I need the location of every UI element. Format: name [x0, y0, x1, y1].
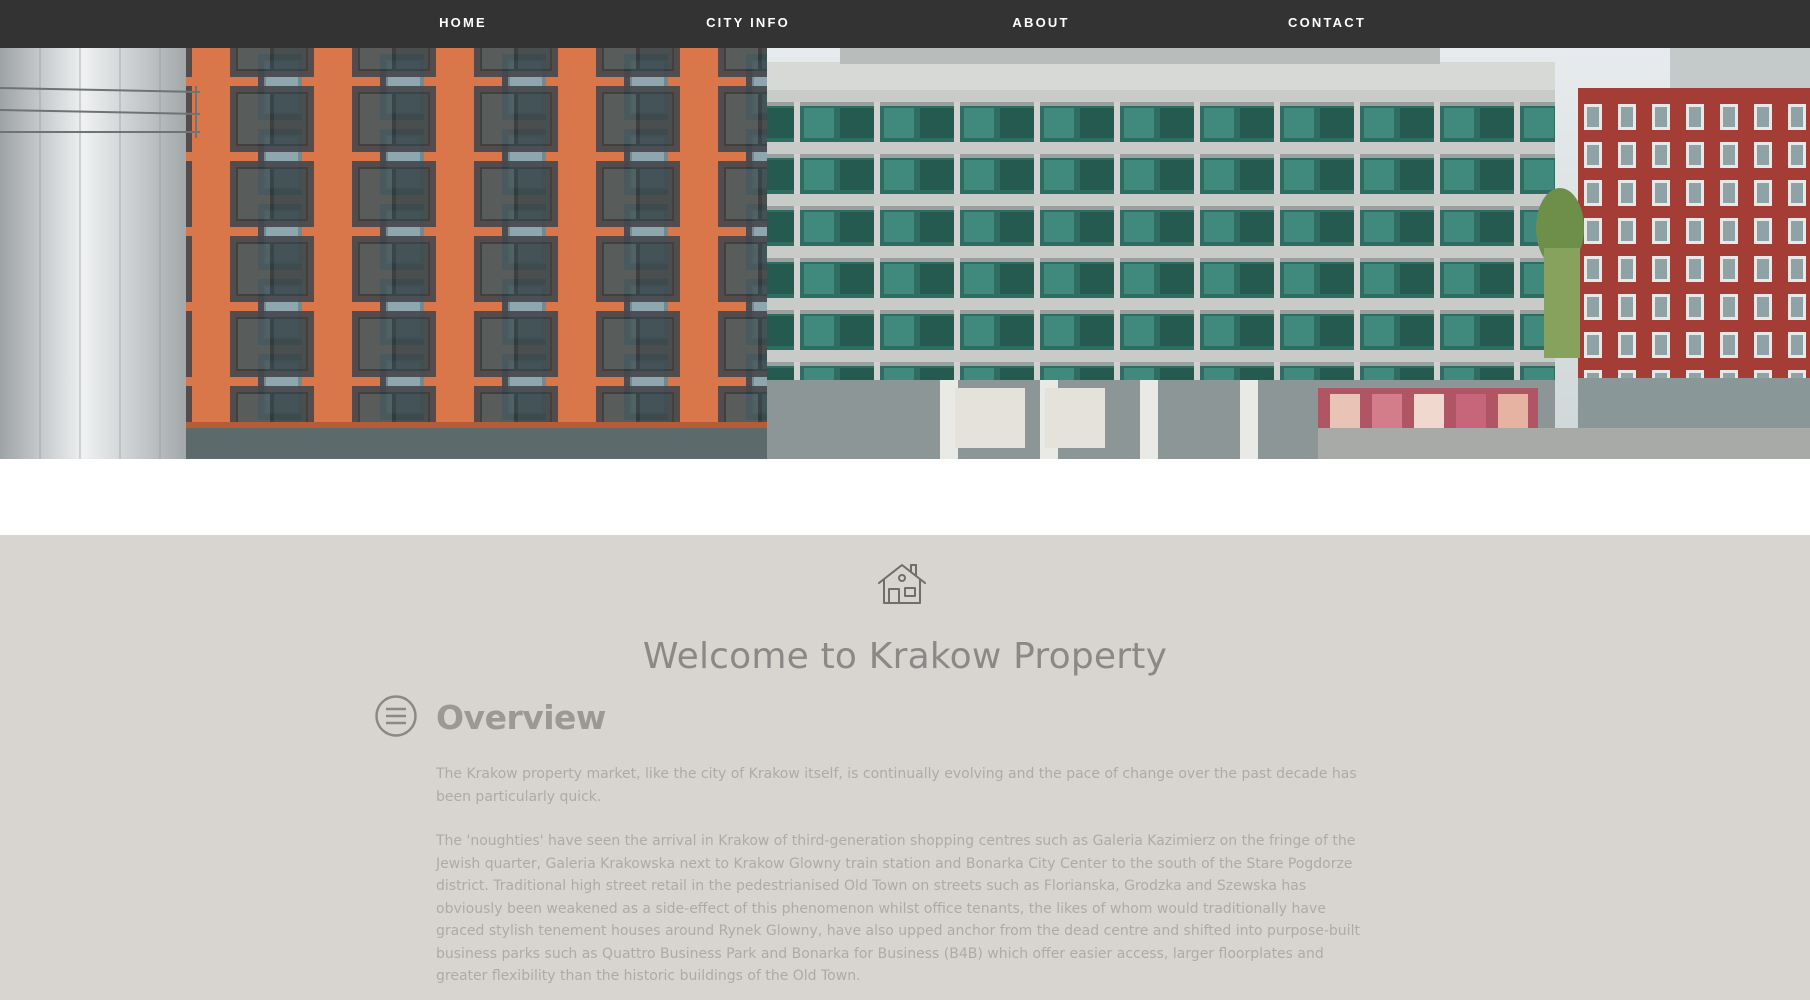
nav-contact-link[interactable]: CONTACT: [1288, 0, 1366, 48]
overview-heading: Overview: [436, 698, 606, 737]
white-spacer: [0, 459, 1810, 535]
nav-about-link[interactable]: ABOUT: [1012, 0, 1069, 48]
hero-buildings-illustration: [0, 48, 1810, 459]
welcome-section: Welcome to Krakow Property Overview The …: [0, 535, 1810, 1000]
house-icon: [878, 564, 926, 604]
nav-city-info-link[interactable]: CITY INFO: [706, 0, 790, 48]
top-navigation: HOME CITY INFO ABOUT CONTACT: [0, 0, 1810, 48]
hero-image: [0, 48, 1810, 459]
menu-circle-icon: [375, 695, 417, 737]
overview-paragraph-2: The 'noughties' have seen the arrival in…: [436, 833, 1360, 984]
nav-home-link[interactable]: HOME: [439, 0, 487, 48]
overview-paragraph-1: The Krakow property market, like the cit…: [436, 766, 1357, 805]
welcome-title: Welcome to Krakow Property: [642, 636, 1168, 677]
